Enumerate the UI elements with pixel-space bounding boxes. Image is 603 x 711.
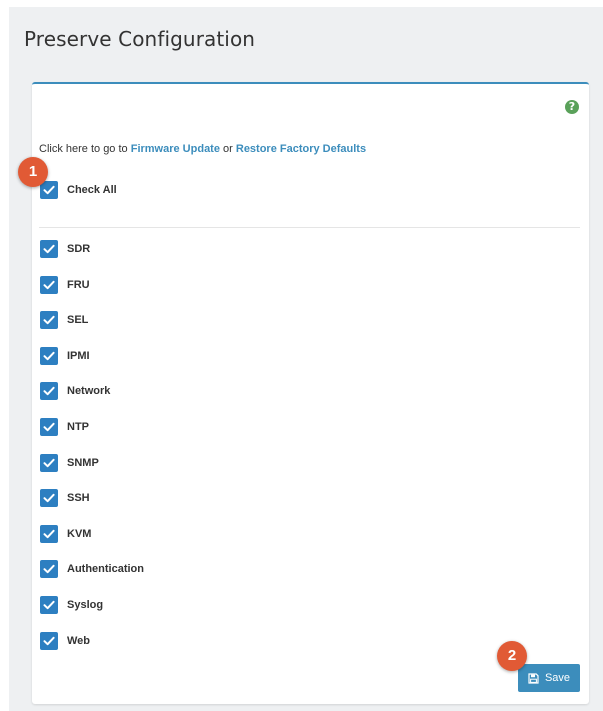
check-all-checkbox[interactable]: [40, 181, 58, 199]
fru-checkbox[interactable]: [40, 276, 58, 294]
web-checkbox[interactable]: [40, 632, 58, 650]
page-background: Preserve Configuration ? Click here to g…: [9, 7, 603, 711]
ntp-label: NTP: [67, 421, 89, 433]
checkmark-icon: [43, 636, 55, 646]
preserve-item-network[interactable]: Network: [40, 382, 110, 400]
check-all-row[interactable]: Check All: [40, 181, 117, 199]
checkmark-icon: [43, 458, 55, 468]
preserve-item-sel[interactable]: SEL: [40, 311, 88, 329]
checkmark-icon: [43, 185, 55, 195]
save-button[interactable]: Save: [518, 664, 580, 692]
nav-prefix-text: Click here to go to: [39, 143, 131, 155]
preserve-item-ssh[interactable]: SSH: [40, 489, 90, 507]
authentication-checkbox[interactable]: [40, 560, 58, 578]
page-title: Preserve Configuration: [24, 27, 256, 51]
kvm-checkbox[interactable]: [40, 525, 58, 543]
checkmark-icon: [43, 351, 55, 361]
step-badge-1: 1: [18, 157, 48, 187]
kvm-label: KVM: [67, 528, 92, 540]
preserve-item-snmp[interactable]: SNMP: [40, 454, 99, 472]
web-label: Web: [67, 635, 91, 647]
snmp-checkbox[interactable]: [40, 454, 58, 472]
preserve-item-kvm[interactable]: KVM: [40, 525, 91, 543]
ipmi-label: IPMI: [67, 350, 90, 362]
ssh-checkbox[interactable]: [40, 489, 58, 507]
checkmark-icon: [43, 386, 55, 396]
snmp-label: SNMP: [67, 457, 99, 469]
preserve-item-ipmi[interactable]: IPMI: [40, 347, 90, 365]
checkmark-icon: [43, 600, 55, 610]
sdr-checkbox[interactable]: [40, 240, 58, 258]
checkmark-icon: [43, 315, 55, 325]
preserve-item-fru[interactable]: FRU: [40, 276, 90, 294]
nav-or-text: or: [219, 143, 236, 155]
preserve-item-ntp[interactable]: NTP: [40, 418, 89, 436]
ipmi-checkbox[interactable]: [40, 347, 58, 365]
floppy-disk-icon: [528, 672, 539, 684]
save-button-label: Save: [544, 672, 571, 684]
sel-label: SEL: [67, 314, 89, 326]
network-label: Network: [67, 385, 111, 397]
preserve-item-authentication[interactable]: Authentication: [40, 560, 144, 578]
checkmark-icon: [43, 493, 55, 503]
sdr-label: SDR: [67, 243, 91, 255]
fru-label: FRU: [67, 279, 90, 291]
preserve-config-panel: ? Click here to go to Firmware Update or…: [32, 82, 589, 704]
checkmark-icon: [43, 280, 55, 290]
authentication-label: Authentication: [67, 563, 144, 575]
preserve-item-sdr[interactable]: SDR: [40, 240, 90, 258]
checkmark-icon: [43, 244, 55, 254]
preserve-item-syslog[interactable]: Syslog: [40, 596, 103, 614]
ssh-label: SSH: [67, 492, 90, 504]
divider: [39, 227, 580, 228]
syslog-checkbox[interactable]: [40, 596, 58, 614]
ntp-checkbox[interactable]: [40, 418, 58, 436]
check-all-label: Check All: [67, 184, 117, 196]
checkmark-icon: [43, 529, 55, 539]
checkmark-icon: [43, 564, 55, 574]
restore-factory-defaults-link[interactable]: Restore Factory Defaults: [236, 143, 366, 155]
network-checkbox[interactable]: [40, 382, 58, 400]
navigation-links: Click here to go to Firmware Update or R…: [39, 143, 366, 155]
syslog-label: Syslog: [67, 599, 104, 611]
help-icon[interactable]: ?: [565, 100, 579, 114]
preserve-item-web[interactable]: Web: [40, 632, 90, 650]
checkmark-icon: [43, 422, 55, 432]
sel-checkbox[interactable]: [40, 311, 58, 329]
step-badge-2: 2: [497, 641, 527, 671]
firmware-update-link[interactable]: Firmware Update: [131, 143, 220, 155]
